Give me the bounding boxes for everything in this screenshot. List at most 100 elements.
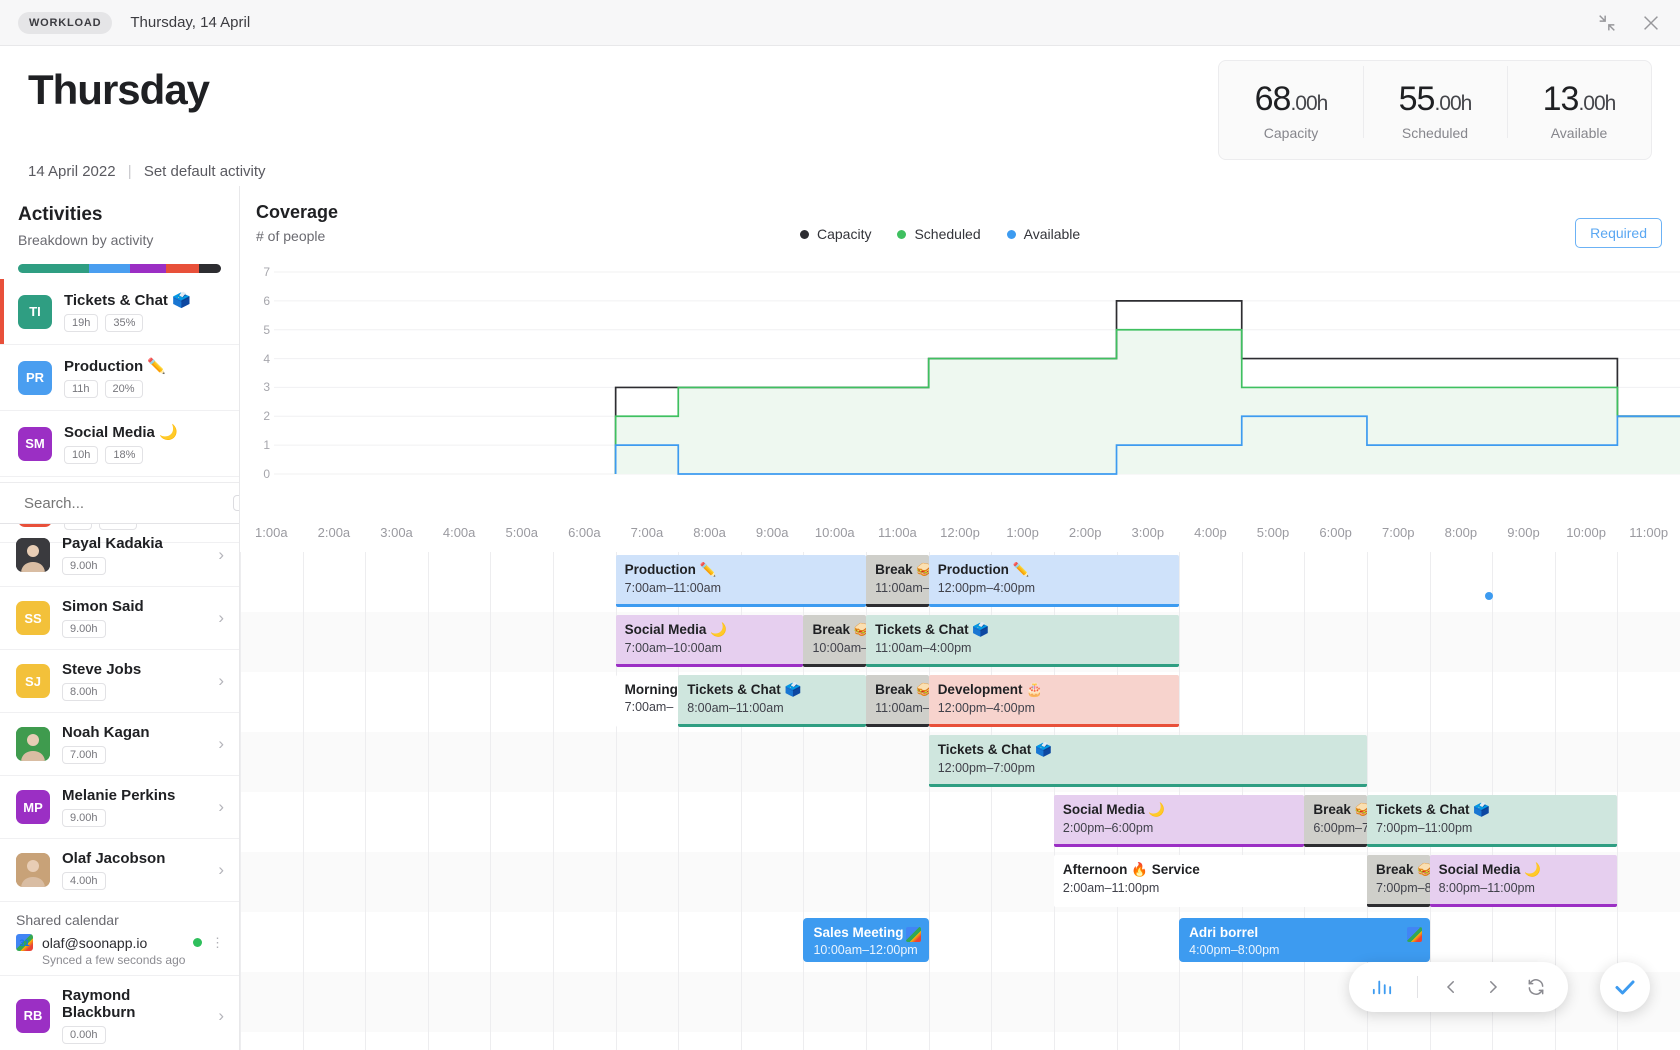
schedule-block[interactable]: Social Media 🌙8:00pm–11:00pm (1430, 855, 1618, 907)
bar-chart-icon[interactable] (1371, 977, 1393, 997)
people-list: Payal Kadakia9.00h›SSSimon Said9.00h›SJS… (0, 524, 240, 1050)
chevron-right-icon[interactable]: › (218, 545, 224, 565)
block-title: Tickets & Chat 🗳️ (875, 622, 1170, 638)
chevron-right-icon[interactable]: › (218, 797, 224, 817)
event-time: 4:00pm–8:00pm (1189, 943, 1419, 957)
stat-available: 13.00h Available (1507, 80, 1651, 141)
confirm-button[interactable] (1600, 962, 1650, 1012)
person-avatar: SS (16, 601, 50, 635)
activity-breakdown-bar (18, 264, 221, 273)
schedule-block[interactable]: Break 🥪11:00am– (866, 675, 929, 727)
person-item[interactable]: Olaf Jacobson4.00h› (0, 839, 240, 902)
chevron-left-icon[interactable] (1442, 978, 1460, 996)
hour-label: 9:00p (1507, 525, 1540, 540)
activity-avatar: SM (18, 427, 52, 461)
person-item[interactable]: Noah Kagan7.00h› (0, 713, 240, 776)
schedule-block[interactable]: Tickets & Chat 🗳️12:00pm–7:00pm (929, 735, 1367, 787)
search-shortcut-key: / (233, 495, 240, 511)
activity-percent: 20% (105, 380, 143, 398)
activity-hours: 10h (64, 446, 98, 464)
block-time: 12:00pm–7:00pm (938, 761, 1358, 775)
refresh-icon[interactable] (1526, 977, 1546, 997)
person-item[interactable]: Payal Kadakia9.00h› (0, 524, 240, 587)
set-default-activity-link[interactable]: Set default activity (144, 163, 266, 180)
shared-calendar-sync-status: Synced a few seconds ago (0, 953, 240, 975)
block-title: Production ✏️ (938, 562, 1170, 578)
person-item[interactable]: SJSteve Jobs8.00h› (0, 650, 240, 713)
search-input[interactable] (24, 495, 223, 512)
activities-title: Activities (18, 204, 221, 226)
chevron-right-icon[interactable]: › (218, 1006, 224, 1026)
person-item[interactable]: MPMelanie Perkins9.00h› (0, 776, 240, 839)
activity-avatar: PR (18, 361, 52, 395)
stat-available-value: 13 (1543, 80, 1579, 118)
schedule-block[interactable]: Production ✏️12:00pm–4:00pm (929, 555, 1179, 607)
legend-swatch (800, 230, 809, 239)
shared-calendar-heading: Shared calendar (0, 902, 240, 932)
block-time: 7:00am–11:00am (625, 581, 857, 595)
person-item[interactable]: SSSimon Said9.00h› (0, 587, 240, 650)
stat-available-label: Available (1507, 125, 1651, 141)
schedule-block[interactable]: Break 🥪 10:00am– (803, 615, 866, 667)
hour-label: 3:00a (380, 525, 413, 540)
shared-calendar-email: olaf@soonapp.io (42, 935, 147, 951)
schedule-block[interactable]: Break 🥪11:00am– (866, 555, 929, 607)
stat-scheduled-label: Scheduled (1363, 125, 1507, 141)
person-hours: 7.00h (62, 746, 106, 764)
person-name: Steve Jobs (62, 661, 141, 678)
block-time: 2:00pm–6:00pm (1063, 821, 1295, 835)
hour-label: 10:00p (1566, 525, 1606, 540)
chart-legend: CapacityScheduledAvailable (800, 226, 1080, 242)
block-title: Break 🥪 (1376, 862, 1421, 878)
activity-item-sm[interactable]: SMSocial Media 🌙10h18% (0, 411, 239, 477)
legend-swatch (897, 230, 906, 239)
block-title: Development 🎂 (938, 682, 1170, 698)
required-button[interactable]: Required (1575, 218, 1662, 248)
search-bar[interactable]: / › (0, 482, 240, 524)
calendar-event[interactable]: Sales Meeting10:00am–12:00pm (803, 918, 928, 962)
activities-header: Activities Breakdown by activity (0, 186, 239, 273)
person-avatar (16, 727, 50, 761)
schedule-block[interactable]: Social Media 🌙7:00am–10:00am (616, 615, 804, 667)
block-time: 10:00am– (812, 641, 857, 655)
schedule-block[interactable]: Tickets & Chat 🗳️11:00am–4:00pm (866, 615, 1179, 667)
chevron-right-icon[interactable]: › (218, 734, 224, 754)
breakdown-segment-2 (130, 264, 167, 273)
chevron-right-icon[interactable]: › (218, 671, 224, 691)
google-calendar-icon (906, 927, 921, 942)
calendar-options-icon[interactable]: ⋮ (211, 941, 224, 945)
chevron-right-icon[interactable]: › (218, 860, 224, 880)
calendar-event[interactable]: Adri borrel4:00pm–8:00pm (1179, 918, 1429, 962)
schedule-block[interactable]: Development 🎂12:00pm–4:00pm (929, 675, 1179, 727)
collapse-icon[interactable] (1596, 12, 1618, 34)
page-subtitle: 14 April 2022 | Set default activity (28, 163, 266, 180)
block-title: Break 🥪 (812, 622, 857, 638)
hour-label: 8:00p (1445, 525, 1478, 540)
schedule-block[interactable]: Tickets & Chat 🗳️8:00am–11:00am (678, 675, 866, 727)
hour-label: 11:00a (878, 525, 917, 540)
chart-plot-area: 01234567 (240, 258, 1680, 486)
schedule-block[interactable]: Tickets & Chat 🗳️7:00pm–11:00pm (1367, 795, 1617, 847)
stats-panel: 68.00h Capacity 55.00h Scheduled 13.00h … (1218, 60, 1652, 160)
person-item[interactable]: RBRaymond Blackburn0.00h› (0, 976, 240, 1050)
schedule-block[interactable]: Break 🥪7:00pm–8 (1367, 855, 1430, 907)
activity-item-ti[interactable]: TITickets & Chat 🗳️19h35% (0, 279, 239, 345)
activities-subtitle: Breakdown by activity (18, 232, 221, 248)
left-sidebar: Activities Breakdown by activity TITicke… (0, 186, 240, 1050)
hour-label: 6:00p (1319, 525, 1352, 540)
schedule-block[interactable]: Production ✏️7:00am–11:00am (616, 555, 866, 607)
person-avatar (16, 538, 50, 572)
chevron-right-icon[interactable]: › (218, 608, 224, 628)
schedule-block[interactable]: Break 🥪6:00pm–7 (1304, 795, 1367, 847)
block-title: Social Media 🌙 (1439, 862, 1609, 878)
schedule-block[interactable]: Social Media 🌙2:00pm–6:00pm (1054, 795, 1304, 847)
activity-item-pr[interactable]: PRProduction ✏️11h20% (0, 345, 239, 411)
close-icon[interactable] (1640, 12, 1662, 34)
block-time: 6:00pm–7 (1313, 821, 1358, 835)
schedule-block[interactable]: Afternoon 🔥 Service2:00am–11:00pm (1054, 855, 1367, 907)
chevron-right-icon[interactable] (1484, 978, 1502, 996)
top-bar: WORKLOAD Thursday, 14 April (0, 0, 1680, 46)
page-title: Thursday (28, 66, 209, 114)
block-title: Morning (625, 682, 670, 697)
schedule-block[interactable]: Morning7:00am– (616, 675, 679, 727)
